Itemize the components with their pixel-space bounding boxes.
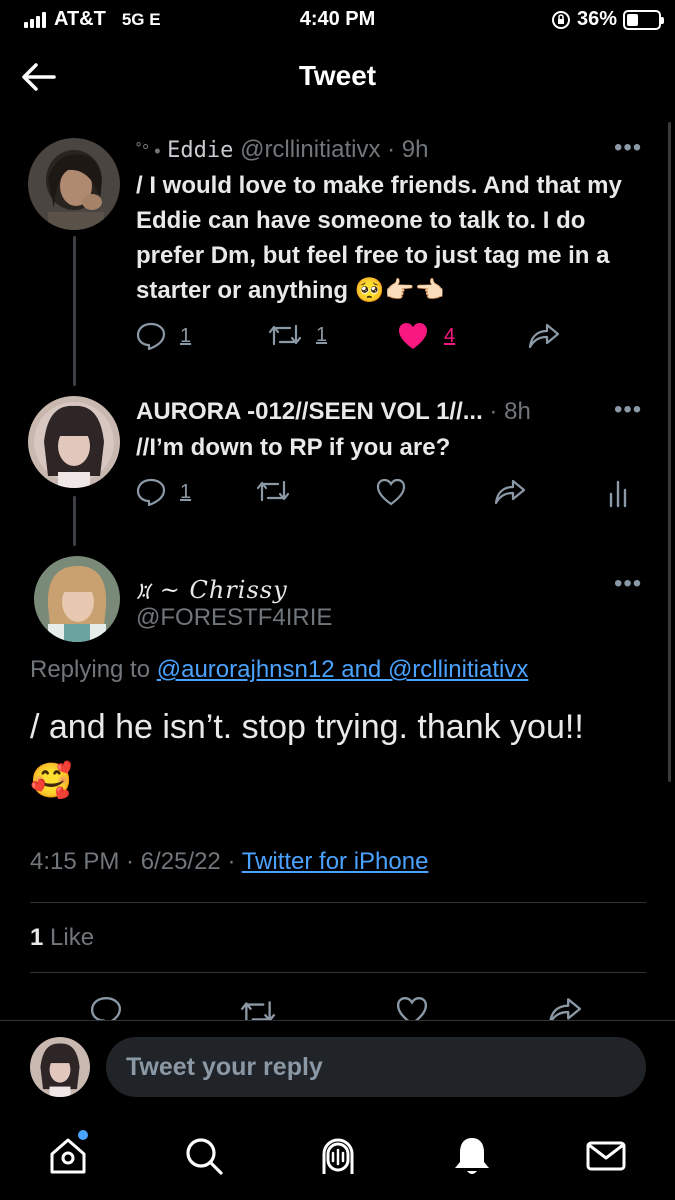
- tweet-text: //I’m down to RP if you are?: [136, 434, 451, 461]
- handle[interactable]: @rcllinitiativx: [240, 136, 380, 163]
- tab-search[interactable]: [182, 1134, 226, 1178]
- tweet-timestamp: 4:15 PM · 6/25/22 ·: [30, 848, 236, 875]
- thread-line: [73, 496, 76, 546]
- more-options-icon[interactable]: •••: [614, 134, 642, 162]
- avatar-eddie[interactable]: [28, 138, 120, 230]
- orientation-lock-icon: [551, 10, 570, 29]
- home-icon[interactable]: [46, 1134, 90, 1178]
- main-tweet-text: / and he isn’t. stop trying. thank you!!…: [30, 708, 584, 800]
- reply-action[interactable]: 1: [136, 478, 191, 506]
- status-bar: AT&T 5G E 4:40 PM 36%: [0, 0, 675, 40]
- avatar-aurora[interactable]: [28, 396, 120, 488]
- divider: [30, 972, 646, 973]
- reply-icon[interactable]: [136, 478, 166, 506]
- scrollbar[interactable]: [668, 122, 671, 782]
- name-decoration: ˚° •: [136, 141, 161, 161]
- top-header: Tweet: [0, 48, 675, 108]
- likes-summary[interactable]: 1 Like: [30, 924, 94, 952]
- more-options-icon[interactable]: •••: [614, 396, 642, 424]
- tweet-time: 9h: [401, 136, 429, 163]
- share-icon[interactable]: [528, 322, 560, 350]
- page-title: Tweet: [298, 60, 377, 91]
- retweet-icon[interactable]: [256, 478, 290, 504]
- tab-spaces[interactable]: [316, 1134, 360, 1178]
- my-avatar[interactable]: [30, 1037, 90, 1097]
- replying-to-link[interactable]: @aurorajhnsn12 and @rcllinitiativx: [157, 656, 529, 683]
- reply-icon[interactable]: [136, 322, 166, 350]
- tweet-header: AURORA -012//SEEN VOL 1//... · 8h: [136, 398, 531, 425]
- analytics-action[interactable]: [608, 478, 628, 508]
- display-name[interactable]: AURORA -012//SEEN VOL 1//...: [136, 398, 483, 425]
- battery-icon: [623, 9, 664, 30]
- likes-count: 1: [30, 924, 44, 951]
- bell-icon[interactable]: [450, 1134, 494, 1178]
- like-count: 4: [444, 324, 456, 347]
- reply-action[interactable]: 1: [136, 322, 191, 350]
- tweet-source-link[interactable]: Twitter for iPhone: [242, 848, 429, 875]
- divider: [30, 902, 646, 903]
- reply-input[interactable]: Tweet your reply: [106, 1037, 646, 1097]
- retweet-icon[interactable]: [268, 322, 302, 348]
- tab-notifications[interactable]: [450, 1134, 494, 1178]
- tab-messages[interactable]: [584, 1134, 628, 1178]
- avatar-chrissy[interactable]: [34, 556, 120, 642]
- reply-count: 1: [180, 324, 192, 347]
- retweet-action[interactable]: [256, 478, 290, 504]
- mail-icon[interactable]: [584, 1134, 628, 1178]
- main-author-handle[interactable]: @FORESTF4IRIE: [136, 604, 332, 632]
- like-action[interactable]: 4: [398, 322, 455, 350]
- tweet-time: 8h: [504, 398, 531, 425]
- replying-to: Replying to @aurorajhnsn12 and @rcllinit…: [30, 656, 528, 684]
- retweet-count: 1: [316, 323, 328, 346]
- bottom-tab-bar: [0, 1112, 675, 1200]
- reply-count: 1: [180, 480, 192, 503]
- tweet-text: / I would love to make friends. And that…: [136, 172, 622, 304]
- like-action[interactable]: [376, 478, 406, 506]
- notification-dot: [78, 1130, 88, 1140]
- spaces-icon[interactable]: [316, 1134, 360, 1178]
- share-action[interactable]: [528, 322, 560, 350]
- search-icon[interactable]: [182, 1134, 226, 1178]
- tab-home[interactable]: [46, 1130, 90, 1178]
- replying-label: Replying to: [30, 656, 151, 683]
- display-name[interactable]: Eddie: [167, 138, 233, 163]
- analytics-icon[interactable]: [608, 478, 628, 508]
- tweet-header: ˚° • Eddie @rcllinitiativx · 9h: [136, 136, 429, 163]
- heart-icon[interactable]: [376, 478, 406, 506]
- tweet-meta: 4:15 PM · 6/25/22 · Twitter for iPhone: [30, 848, 428, 876]
- battery-label: 36%: [576, 8, 617, 30]
- more-options-icon[interactable]: •••: [614, 570, 642, 598]
- likes-label: Like: [50, 924, 95, 951]
- thread-line: [73, 236, 76, 386]
- share-icon[interactable]: [494, 478, 526, 506]
- retweet-action[interactable]: 1: [268, 322, 327, 348]
- share-action[interactable]: [494, 478, 526, 506]
- reply-bar: Tweet your reply: [0, 1020, 675, 1112]
- status-right: 36%: [551, 8, 664, 31]
- heart-filled-icon[interactable]: [398, 322, 428, 350]
